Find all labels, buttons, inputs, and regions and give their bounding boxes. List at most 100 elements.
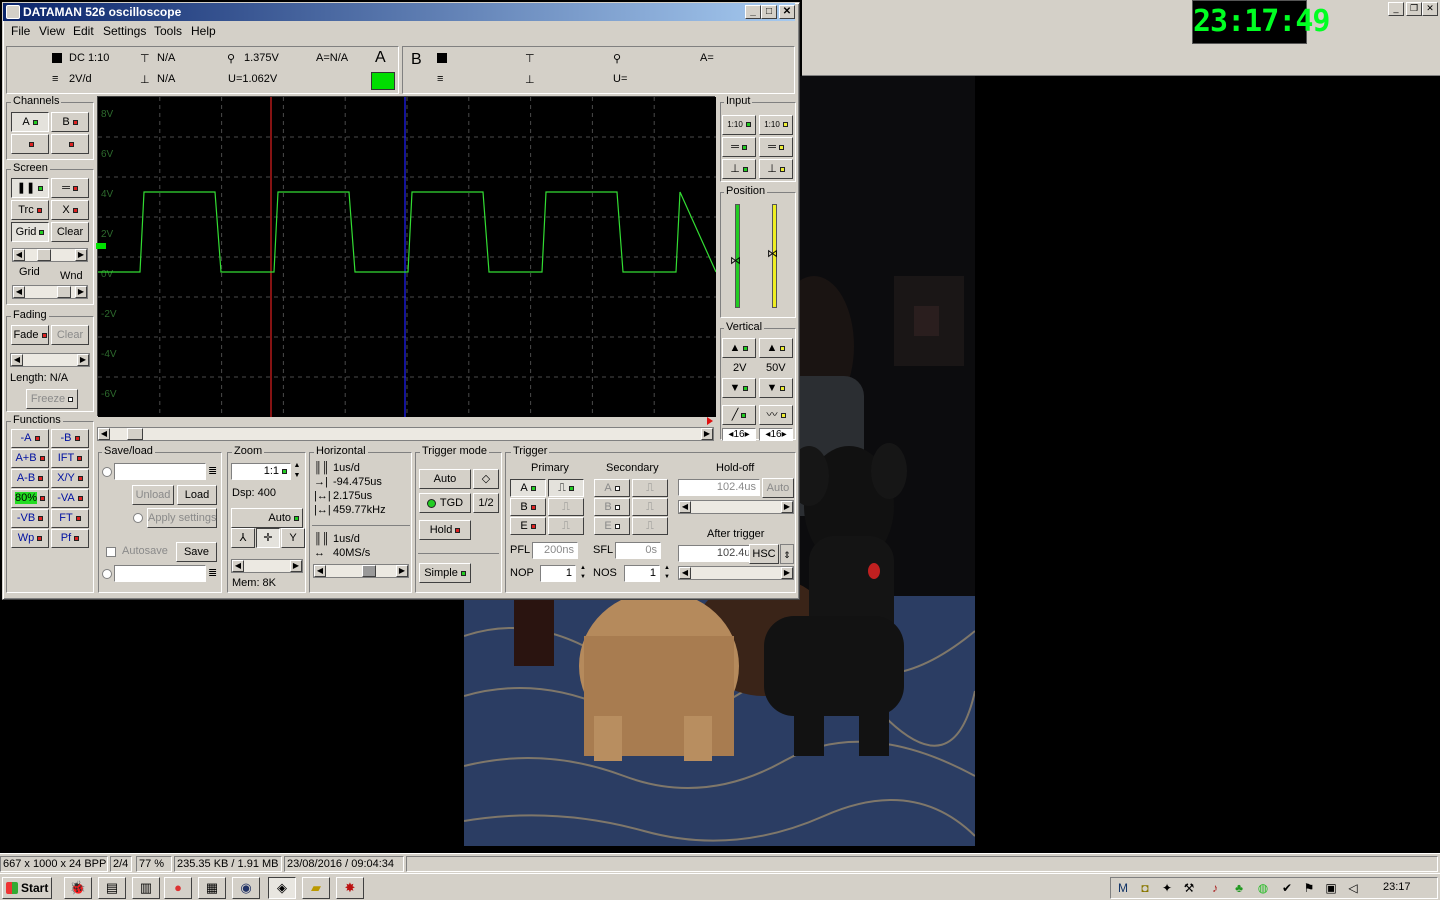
input-b-dc-button[interactable]: ═ — [759, 137, 793, 157]
pfl-input[interactable]: 200ns — [532, 542, 578, 559]
after-trigger-slider[interactable]: ◀ ▶ — [678, 566, 794, 580]
time-scroll-left-icon[interactable]: ◀ — [98, 428, 110, 440]
start-button[interactable]: Start — [2, 877, 52, 899]
taskbar-firefox-icon[interactable]: ● — [164, 877, 192, 899]
trigger-falling-edge-button[interactable]: ⎍ — [548, 498, 584, 516]
zoom-ratio[interactable]: 1:1 — [231, 463, 291, 480]
tray-flag-icon[interactable]: ⚑ — [1301, 880, 1317, 896]
position-a-slider-icon[interactable]: ⋈ — [730, 254, 741, 267]
fading-clear-button[interactable]: Clear — [51, 325, 89, 345]
trigger-secondary-a-button[interactable]: A — [594, 479, 630, 497]
zoom-slider-left-icon[interactable]: ◀ — [232, 560, 244, 572]
trigger-half-button[interactable]: 1/2 — [473, 493, 499, 513]
save-slot-list-icon-2[interactable]: ≣ — [208, 566, 217, 579]
x-button[interactable]: X — [51, 200, 89, 220]
wnd-slider-thumb[interactable] — [57, 286, 71, 298]
after-trigger-right-icon[interactable]: ▶ — [781, 567, 793, 579]
input-a-ratio-button[interactable]: 1:10 — [722, 115, 756, 135]
channel-a-math-button[interactable] — [11, 134, 49, 154]
save-slot-radio-2[interactable] — [102, 569, 112, 579]
taskbar-app-3-icon[interactable]: ▥ — [132, 877, 160, 899]
nop-input[interactable]: 1 — [540, 565, 576, 582]
save-slot-input-1[interactable] — [114, 463, 206, 480]
tray-speaker-icon[interactable]: ◁ — [1345, 880, 1361, 896]
function-button-9[interactable]: FT — [51, 509, 89, 528]
holdoff-slider[interactable]: ◀ ▶ — [678, 500, 794, 514]
freeze-button[interactable]: Freeze — [26, 389, 78, 409]
function-button-8[interactable]: -VB — [11, 509, 49, 528]
clear-screen-button[interactable]: Clear — [51, 222, 89, 242]
fading-slider-left-icon[interactable]: ◀ — [11, 354, 23, 366]
holdoff-slider-left-icon[interactable]: ◀ — [679, 501, 691, 513]
tray-network-icon[interactable]: ▣ — [1323, 880, 1339, 896]
after-trigger-left-icon[interactable]: ◀ — [679, 567, 691, 579]
close-button[interactable]: ✕ — [779, 5, 795, 19]
function-button-11[interactable]: Pf — [51, 529, 89, 548]
timebase-right-icon[interactable]: ▶ — [396, 565, 408, 577]
vertical-b-count[interactable]: ◂16▸ — [759, 428, 793, 441]
save-slot-input-2[interactable] — [114, 565, 206, 582]
timebase-left-icon[interactable]: ◀ — [314, 565, 326, 577]
line-mode-button[interactable]: ╱ — [722, 405, 756, 425]
grid-slider-right-icon[interactable]: ▶ — [75, 249, 87, 261]
wnd-slider-right-icon[interactable]: ▶ — [75, 286, 87, 298]
scope-display[interactable]: 8V 6V 4V 2V 0V -2V -4V -6V — [97, 96, 717, 417]
channel-b-math-button[interactable] — [51, 134, 89, 154]
taskbar-app-2-icon[interactable]: ▤ — [98, 877, 126, 899]
minimize-button[interactable]: _ — [745, 5, 761, 19]
sfl-input[interactable]: 0s — [615, 542, 661, 559]
simple-button[interactable]: Simple — [419, 563, 471, 583]
taskbar-app-6-icon[interactable]: ◉ — [232, 877, 260, 899]
apply-settings-button[interactable]: Apply settings — [147, 508, 217, 528]
menu-view[interactable]: View — [39, 24, 65, 38]
title-bar[interactable]: DATAMAN 526 oscilloscope _ □ ✕ — [3, 3, 795, 21]
time-scrollbar[interactable]: ◀ ▶ — [97, 427, 714, 441]
trigger-waveform-button[interactable]: ◇ — [473, 469, 499, 489]
wnd-slider[interactable]: ◀ ▶ — [12, 285, 88, 299]
input-b-ratio-button[interactable]: 1:10 — [759, 115, 793, 135]
trigger-auto-button[interactable]: Auto — [419, 469, 471, 489]
menu-file[interactable]: File — [11, 24, 30, 38]
channel-a-ground-marker[interactable] — [96, 243, 106, 249]
trigger-edge-3-button[interactable]: ⎍ — [548, 517, 584, 535]
vertical-a-down-button[interactable]: ▼ — [722, 378, 756, 398]
zoom-spin-icon[interactable]: ▲ ▼ — [291, 461, 303, 483]
channel-a-indicator[interactable] — [371, 72, 395, 90]
function-button-6[interactable]: 80% — [11, 489, 49, 508]
autosave-checkbox[interactable] — [106, 547, 116, 557]
trigger-secondary-edge-2-button[interactable]: ⎍ — [632, 498, 668, 516]
grid-slider[interactable]: ◀ ▶ — [12, 248, 88, 262]
menu-tools[interactable]: Tools — [154, 24, 182, 38]
function-button-1[interactable]: -B — [51, 429, 89, 448]
grid-slider-left-icon[interactable]: ◀ — [13, 249, 25, 261]
save-slot-list-icon[interactable]: ≣ — [208, 464, 217, 477]
function-button-0[interactable]: -A — [11, 429, 49, 448]
save-button[interactable]: Save — [176, 542, 217, 562]
channel-a-button[interactable]: A — [11, 112, 49, 132]
trigger-secondary-b-button[interactable]: B — [594, 498, 630, 516]
trigger-primary-e-button[interactable]: E — [510, 517, 546, 535]
taskbar-folder-icon[interactable]: ▰ — [302, 877, 330, 899]
holdoff-slider-right-icon[interactable]: ▶ — [781, 501, 793, 513]
taskbar-app-1-icon[interactable]: 🐞 — [64, 877, 92, 899]
trigger-secondary-edge-1-button[interactable]: ⎍ — [632, 479, 668, 497]
zoom-left-edge-button[interactable]: ⅄ — [231, 528, 255, 548]
holdoff-input[interactable]: 102.4us — [678, 479, 760, 496]
tray-volume-icon[interactable]: ♪ — [1207, 880, 1223, 896]
hsc-spin-icon[interactable]: ⇕ — [780, 544, 794, 564]
taskbar-oscilloscope-icon[interactable]: ◈ — [268, 877, 296, 899]
wnd-slider-left-icon[interactable]: ◀ — [13, 286, 25, 298]
position-b-slider-icon[interactable]: ⋈ — [767, 247, 778, 260]
function-button-2[interactable]: A+B — [11, 449, 49, 468]
nos-input[interactable]: 1 — [624, 565, 660, 582]
tray-tool-icon[interactable]: ⚒ — [1181, 880, 1197, 896]
zoom-right-edge-button[interactable]: Y — [281, 528, 305, 548]
function-button-3[interactable]: IFT — [51, 449, 89, 468]
unload-button[interactable]: Unload — [132, 485, 174, 505]
tray-check-icon[interactable]: ✔ — [1279, 880, 1295, 896]
vertical-b-up-button[interactable]: ▲ — [759, 338, 793, 358]
function-button-5[interactable]: X/Y — [51, 469, 89, 488]
trigger-secondary-e-button[interactable]: E — [594, 517, 630, 535]
zoom-slider-right-icon[interactable]: ▶ — [290, 560, 302, 572]
timebase-thumb[interactable] — [362, 565, 376, 577]
